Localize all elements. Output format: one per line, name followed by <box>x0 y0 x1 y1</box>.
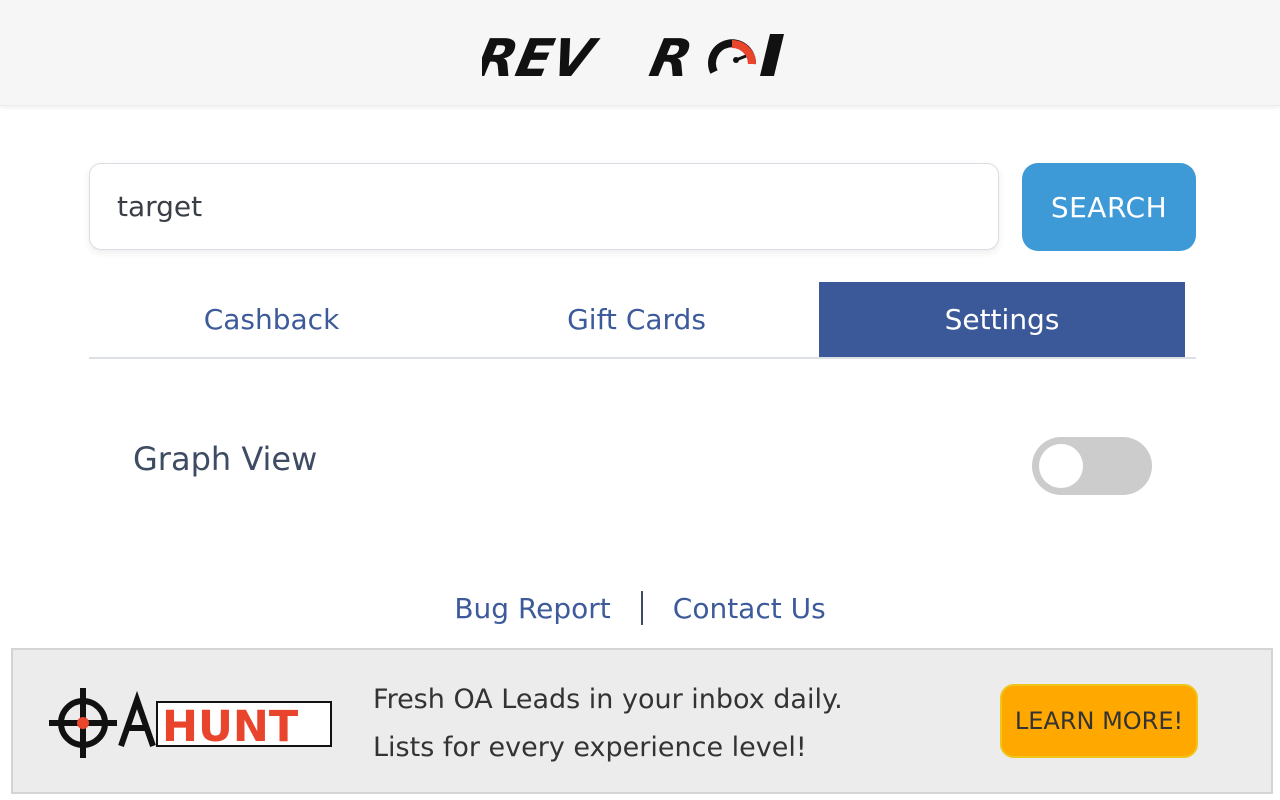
learn-more-button[interactable]: LEARN MORE! <box>1000 684 1198 758</box>
graph-view-toggle[interactable] <box>1032 437 1152 495</box>
banner-line-2: Lists for every experience level! <box>373 732 807 763</box>
banner-line-1: Fresh OA Leads in your inbox daily. <box>373 684 843 715</box>
banner-text: Fresh OA Leads in your inbox daily. List… <box>373 676 843 772</box>
oa-hunt-logo: HUNT <box>49 688 332 758</box>
header: REV R <box>0 0 1280 106</box>
rev-roi-logo[interactable]: REV R <box>482 26 798 82</box>
oa-hunt-banner[interactable]: HUNT Fresh OA Leads in your inbox daily.… <box>11 648 1273 794</box>
footer-links: Bug Report Contact Us <box>0 586 1280 630</box>
logo-text-rev: REV <box>482 29 604 82</box>
graph-view-label: Graph View <box>133 440 318 478</box>
tab-settings[interactable]: Settings <box>819 282 1185 357</box>
tab-cashback[interactable]: Cashback <box>89 282 454 357</box>
tab-bar: Cashback Gift Cards Settings <box>89 282 1196 359</box>
contact-us-link[interactable]: Contact Us <box>673 592 826 625</box>
bug-report-link[interactable]: Bug Report <box>454 592 610 625</box>
search-button[interactable]: SEARCH <box>1022 163 1196 251</box>
logo-text-r: R <box>645 29 698 82</box>
toggle-knob <box>1039 444 1083 488</box>
tab-gift-cards[interactable]: Gift Cards <box>454 282 819 357</box>
oa-hunt-logo-text: HUNT <box>162 702 299 752</box>
footer-divider <box>640 591 643 625</box>
search-input[interactable] <box>89 163 999 250</box>
